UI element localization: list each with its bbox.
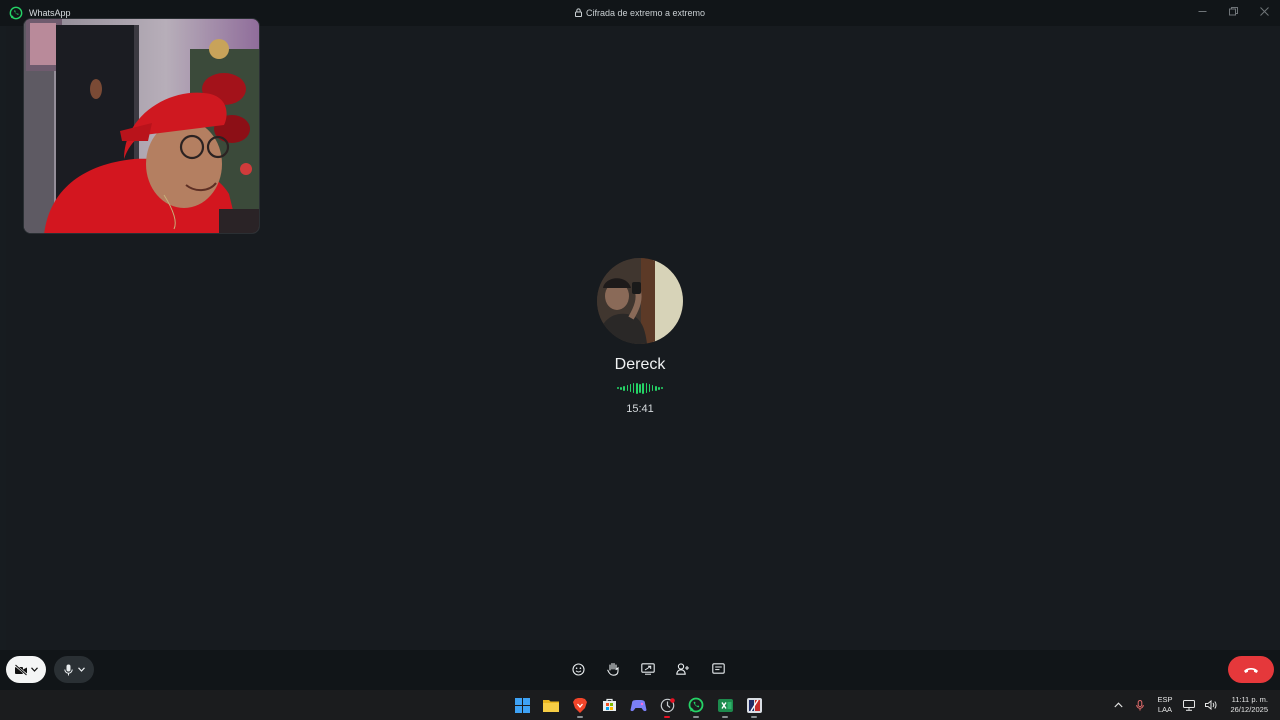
network-icon xyxy=(1183,699,1196,711)
clock-date: 26/12/2025 xyxy=(1230,705,1268,714)
call-controls-bar xyxy=(0,650,1280,690)
video-off-icon xyxy=(14,663,28,676)
os-taskbar: ESP LAA 11:11 p. m. 26/12/2025 xyxy=(0,690,1280,720)
minimize-icon xyxy=(1198,10,1207,12)
maximize-button[interactable] xyxy=(1218,0,1249,22)
taskbar-whatsapp[interactable] xyxy=(684,692,708,718)
clock-time: 11:11 p. m. xyxy=(1231,695,1268,704)
contact-photo xyxy=(597,258,683,344)
show-hidden-icons-button[interactable] xyxy=(1107,690,1129,720)
reactions-button[interactable] xyxy=(566,658,590,680)
keyboard-language[interactable]: ESP LAA xyxy=(1157,695,1172,715)
microphone-icon xyxy=(1136,699,1145,710)
whatsapp-call-window: WhatsApp Cifrada de extremo a extremo De… xyxy=(0,0,1280,690)
minimize-button[interactable] xyxy=(1187,0,1218,22)
share-screen-button[interactable] xyxy=(636,658,660,680)
phone-hangup-icon xyxy=(1244,667,1258,673)
close-icon xyxy=(1260,6,1269,16)
callee-panel: Dereck 15:41 xyxy=(0,258,1280,415)
microphone-in-use-indicator[interactable] xyxy=(1129,690,1151,720)
spreadsheet-app-icon xyxy=(717,698,733,712)
speaker-icon xyxy=(1205,700,1218,710)
taskbar-spreadsheet-app[interactable] xyxy=(713,692,737,718)
raise-hand-button[interactable] xyxy=(601,658,625,680)
voice-activity-indicator xyxy=(617,382,663,394)
message-icon xyxy=(711,663,725,674)
game-app-icon xyxy=(630,699,646,711)
file-explorer-icon xyxy=(543,699,559,712)
call-actions xyxy=(566,658,730,680)
camera-feed-image xyxy=(24,19,259,233)
screen-share-icon xyxy=(641,663,655,675)
taskbar-clock-app[interactable] xyxy=(655,692,679,718)
microphone-icon xyxy=(63,664,73,675)
brave-browser-icon xyxy=(573,697,587,713)
language-region: LAA xyxy=(1157,705,1173,714)
encryption-notice: Cifrada de extremo a extremo xyxy=(0,8,1280,18)
emoji-icon xyxy=(571,662,585,676)
taskbar-microsoft-store[interactable] xyxy=(597,692,621,718)
close-button[interactable] xyxy=(1249,0,1280,22)
encryption-text: Cifrada de extremo a extremo xyxy=(585,8,706,18)
language-code: ESP xyxy=(1157,695,1173,704)
chat-button[interactable] xyxy=(706,658,730,680)
window-controls xyxy=(1187,0,1280,22)
running-indicator xyxy=(751,716,757,718)
running-indicator xyxy=(722,716,728,718)
chevron-down-icon xyxy=(31,667,38,672)
add-participant-button[interactable] xyxy=(671,658,695,680)
running-indicator xyxy=(693,716,699,718)
lock-icon xyxy=(574,8,582,17)
restore-icon xyxy=(1229,6,1238,15)
running-indicator xyxy=(664,716,670,718)
chevron-up-icon xyxy=(1114,702,1123,708)
hand-icon xyxy=(606,662,619,676)
clock-app-icon xyxy=(660,697,675,712)
taskbar-editor-app[interactable] xyxy=(742,692,766,718)
windows-start-icon xyxy=(514,697,530,713)
call-duration: 15:41 xyxy=(626,403,654,415)
whatsapp-icon xyxy=(688,697,704,713)
microsoft-store-icon xyxy=(602,698,616,711)
contact-name: Dereck xyxy=(614,356,666,373)
taskbar-file-explorer[interactable] xyxy=(539,692,563,718)
taskbar-brave-browser[interactable] xyxy=(568,692,592,718)
microphone-button[interactable] xyxy=(54,656,94,683)
taskbar-game-app[interactable] xyxy=(626,692,650,718)
camera-toggle-button[interactable] xyxy=(6,656,46,683)
chevron-down-icon xyxy=(77,667,85,672)
editor-app-icon xyxy=(746,697,762,713)
windows-start-button[interactable] xyxy=(510,692,534,718)
system-tray: ESP LAA 11:11 p. m. 26/12/2025 xyxy=(1107,690,1280,720)
add-person-icon xyxy=(676,663,689,675)
system-clock[interactable]: 11:11 p. m. 26/12/2025 xyxy=(1230,695,1268,715)
self-camera-preview[interactable] xyxy=(23,18,260,234)
taskbar-apps xyxy=(510,692,766,718)
network-status[interactable] xyxy=(1178,690,1200,720)
running-indicator xyxy=(577,716,583,718)
end-call-button[interactable] xyxy=(1228,656,1274,683)
volume-control[interactable] xyxy=(1200,690,1222,720)
contact-avatar xyxy=(597,258,683,344)
